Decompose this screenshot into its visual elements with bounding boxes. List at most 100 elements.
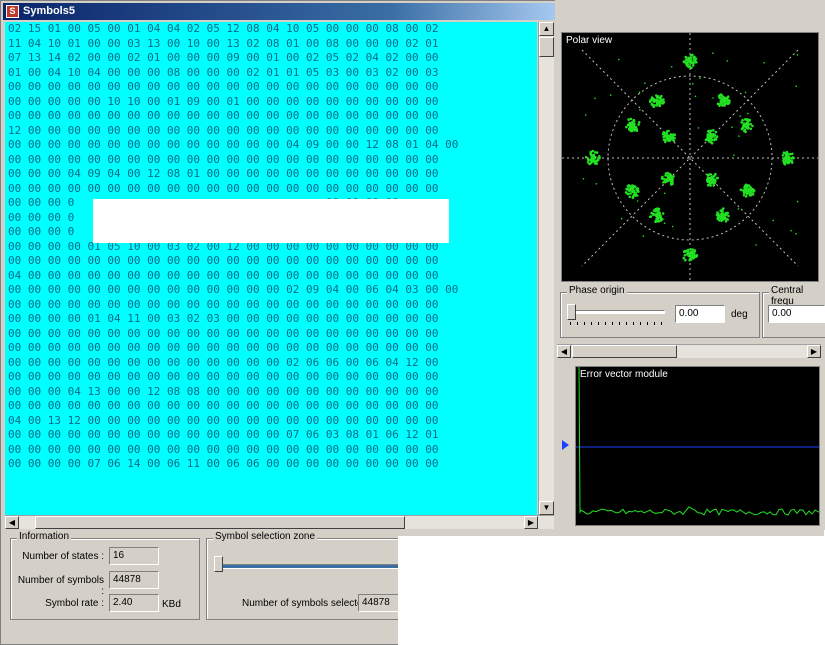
constellation-point: [671, 138, 674, 141]
panel-scroll-thumb[interactable]: [572, 345, 677, 358]
constellation-point: [689, 248, 692, 251]
grid-row: 00 00 00 00 07 06 14 00 06 11 00 06 06 0…: [8, 457, 439, 470]
constellation-point: [667, 129, 670, 133]
symbols-label: Number of symbols :: [17, 575, 104, 597]
constellation-point: [791, 156, 795, 159]
polar-view-title: Polar view: [566, 35, 613, 46]
constellation-noise-point: [697, 127, 700, 129]
constellation-noise-point: [642, 235, 645, 237]
constellation-noise-point: [618, 58, 620, 61]
constellation-point: [654, 220, 657, 224]
scroll-up-icon[interactable]: ▲: [539, 22, 554, 36]
constellation-point: [720, 94, 723, 97]
grid-row: 00 00 00 00 00 00 00 00 00 00 00 00 00 0…: [8, 326, 439, 340]
constellation-point: [592, 156, 595, 160]
phase-origin-slider-track[interactable]: [570, 310, 665, 314]
symbol-rate-unit: KBd: [162, 599, 181, 610]
constellation-point: [742, 191, 746, 195]
constellation-point: [725, 101, 729, 105]
constellation-point: [710, 141, 714, 145]
vertical-scroll-thumb[interactable]: [539, 37, 554, 57]
constellation-noise-point: [726, 60, 729, 62]
constellation-point: [787, 161, 791, 164]
constellation-point: [745, 118, 749, 121]
central-frequency-input[interactable]: 0.00: [768, 305, 825, 323]
constellation-noise-point: [738, 135, 740, 137]
constellation-point: [683, 61, 687, 64]
grid-row: 00 00 00 00 01 04 11 00 03 02 03 00 00 0…: [8, 312, 439, 325]
grid-row: 02 15 01 00 05 00 01 04 04 02 05 12 08 0…: [8, 22, 439, 35]
symbol-grid[interactable]: 02 15 01 00 05 00 01 04 04 02 05 12 08 0…: [5, 22, 537, 515]
constellation-noise-point: [620, 217, 623, 220]
constellation-point: [657, 213, 660, 216]
scroll-down-icon[interactable]: ▼: [539, 501, 554, 515]
phase-slider-ticks: [570, 322, 665, 325]
constellation-point: [651, 98, 654, 102]
horizontal-scroll-thumb[interactable]: [35, 516, 405, 529]
phase-origin-slider[interactable]: [567, 304, 576, 320]
constellation-point: [708, 173, 711, 176]
constellation-point: [726, 218, 729, 221]
constellation-noise-point: [796, 54, 799, 56]
constellation-point: [694, 60, 698, 64]
constellation-point: [661, 212, 665, 215]
symbol-selection-title: Symbol selection zone: [213, 531, 318, 542]
constellation-point: [751, 192, 754, 195]
constellation-point: [704, 138, 708, 142]
constellation-point: [584, 155, 588, 159]
constellation-point: [740, 127, 744, 131]
constellation-point: [654, 209, 658, 213]
grid-row: 00 00 00 00 00 00 00 00 00 00 00 00 00 0…: [8, 442, 439, 456]
evm-title: Error vector module: [580, 369, 668, 380]
constellation-point: [690, 252, 694, 255]
constellation-point: [713, 174, 716, 178]
window-titlebar[interactable]: S Symbols5: [3, 3, 557, 20]
polar-view-panel: Polar view: [561, 32, 819, 282]
constellation-point: [634, 192, 637, 196]
grid-row: 04 00 00 00 00 00 00 00 00 00 00 00 00 0…: [8, 268, 439, 282]
constellation-point: [670, 183, 673, 186]
constellation-point: [719, 99, 723, 102]
selection-start-slider[interactable]: [214, 556, 223, 572]
grid-horizontal-scrollbar[interactable]: ◀ ▶: [5, 515, 554, 529]
constellation-point: [692, 58, 696, 61]
constellation-point: [668, 139, 671, 142]
constellation-point: [715, 176, 719, 180]
constellation-point: [727, 214, 730, 218]
constellation-point: [649, 99, 652, 102]
constellation-point: [782, 151, 786, 154]
constellation-point: [726, 95, 730, 98]
constellation-noise-point: [692, 82, 694, 85]
constellation-point: [749, 127, 753, 131]
constellation-point: [743, 129, 746, 133]
right-panel: Polar view Phase origin 0.00 deg Central…: [555, 0, 825, 530]
evm-threshold-marker-icon[interactable]: [562, 440, 569, 450]
panel-scroll-left-icon[interactable]: ◀: [557, 345, 571, 358]
grid-vertical-scrollbar[interactable]: ▲ ▼: [538, 22, 554, 515]
constellation-point: [712, 129, 715, 132]
panel-scroll-right-icon[interactable]: ▶: [807, 345, 821, 358]
constellation-point: [627, 184, 631, 187]
constellation-point: [722, 217, 725, 221]
constellation-point: [785, 150, 789, 154]
constellation-noise-point: [733, 154, 735, 156]
constellation-point: [783, 156, 786, 160]
grid-row: 00 00 00 00 00 00 00 00 00 00 00 00 00 0…: [8, 109, 439, 122]
selection-slider-track[interactable]: [218, 564, 404, 569]
grid-row: 00 00 00 04 13 00 00 12 08 08 00 00 00 0…: [8, 384, 439, 398]
scroll-left-icon[interactable]: ◀: [5, 516, 19, 529]
constellation-point: [712, 184, 715, 187]
scroll-right-icon[interactable]: ▶: [524, 516, 538, 529]
constellation-noise-point: [636, 200, 639, 202]
constellation-point: [670, 135, 674, 139]
constellation-plot: [562, 33, 818, 281]
window-title: Symbols5: [23, 5, 75, 17]
constellation-point: [744, 195, 748, 198]
constellation-point: [586, 161, 590, 164]
phase-origin-input[interactable]: 0.00: [675, 305, 725, 323]
constellation-point: [709, 184, 712, 187]
constellation-point: [707, 140, 711, 143]
constellation-noise-point: [744, 91, 747, 94]
panel-horizontal-scrollbar[interactable]: ◀ ▶: [557, 344, 821, 358]
constellation-point: [741, 118, 744, 122]
